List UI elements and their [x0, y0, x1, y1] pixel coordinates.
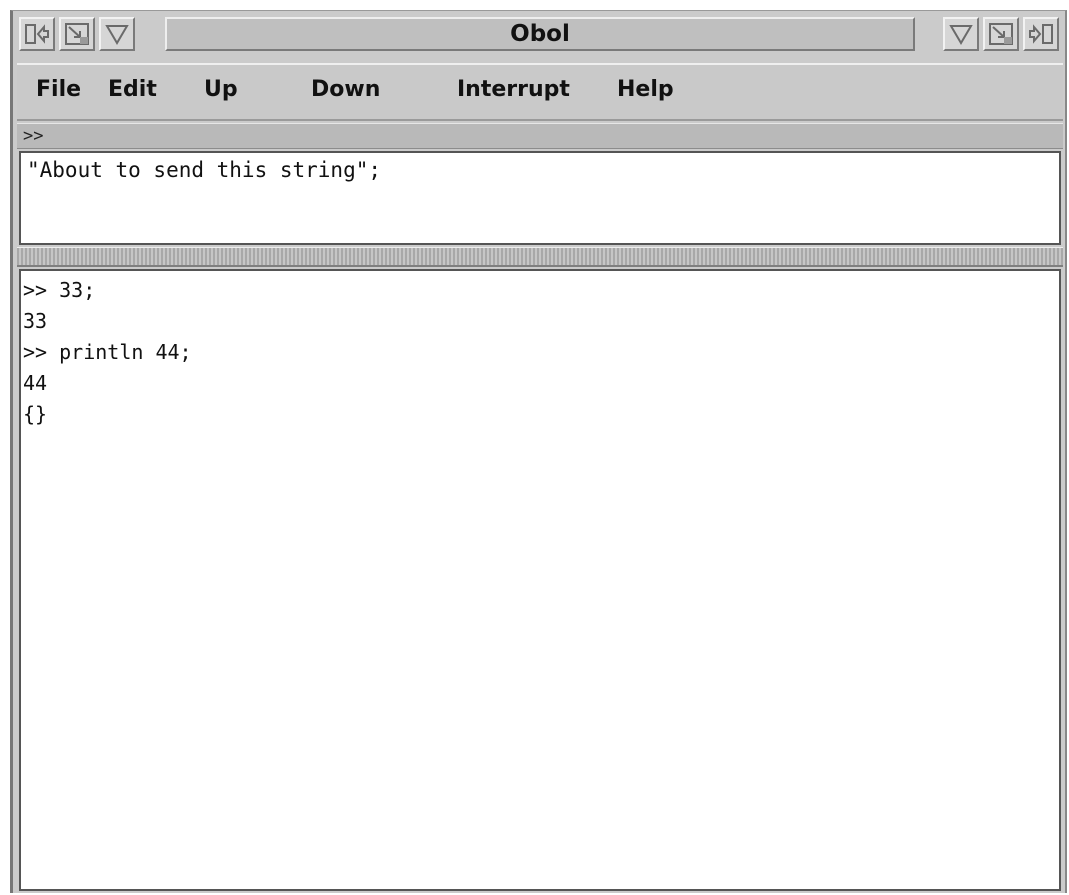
- prompt-indicator: >>: [17, 123, 1063, 149]
- resize-icon[interactable]: [983, 17, 1019, 51]
- obol-window: Obol File Edit Up Down Interrupt Help >>…: [10, 10, 1067, 893]
- output-line: >> println 44;: [23, 340, 192, 364]
- output-line: {}: [23, 402, 48, 426]
- resize-icon[interactable]: [59, 17, 95, 51]
- title-bar[interactable]: Obol: [17, 14, 1063, 54]
- window-menu-icon[interactable]: [1023, 17, 1059, 51]
- output-line: 44: [23, 371, 48, 395]
- output-line: 33: [23, 309, 48, 333]
- menu-file[interactable]: File: [36, 77, 81, 102]
- menu-help[interactable]: Help: [617, 77, 674, 102]
- pane-splitter[interactable]: [17, 247, 1063, 267]
- minimize-icon[interactable]: [99, 17, 135, 51]
- menu-up[interactable]: Up: [204, 77, 238, 102]
- output-console[interactable]: >> 33; 33 >> println 44; 44 {}: [19, 269, 1061, 891]
- command-input[interactable]: "About to send this string";: [19, 151, 1061, 245]
- menu-interrupt[interactable]: Interrupt: [457, 77, 570, 102]
- minimize-icon[interactable]: [943, 17, 979, 51]
- menu-edit[interactable]: Edit: [108, 77, 157, 102]
- window-title: Obol: [165, 17, 915, 51]
- output-line: >> 33;: [23, 278, 96, 302]
- window-menu-icon[interactable]: [19, 17, 55, 51]
- menu-down[interactable]: Down: [311, 77, 380, 102]
- menu-bar: File Edit Up Down Interrupt Help: [17, 63, 1063, 121]
